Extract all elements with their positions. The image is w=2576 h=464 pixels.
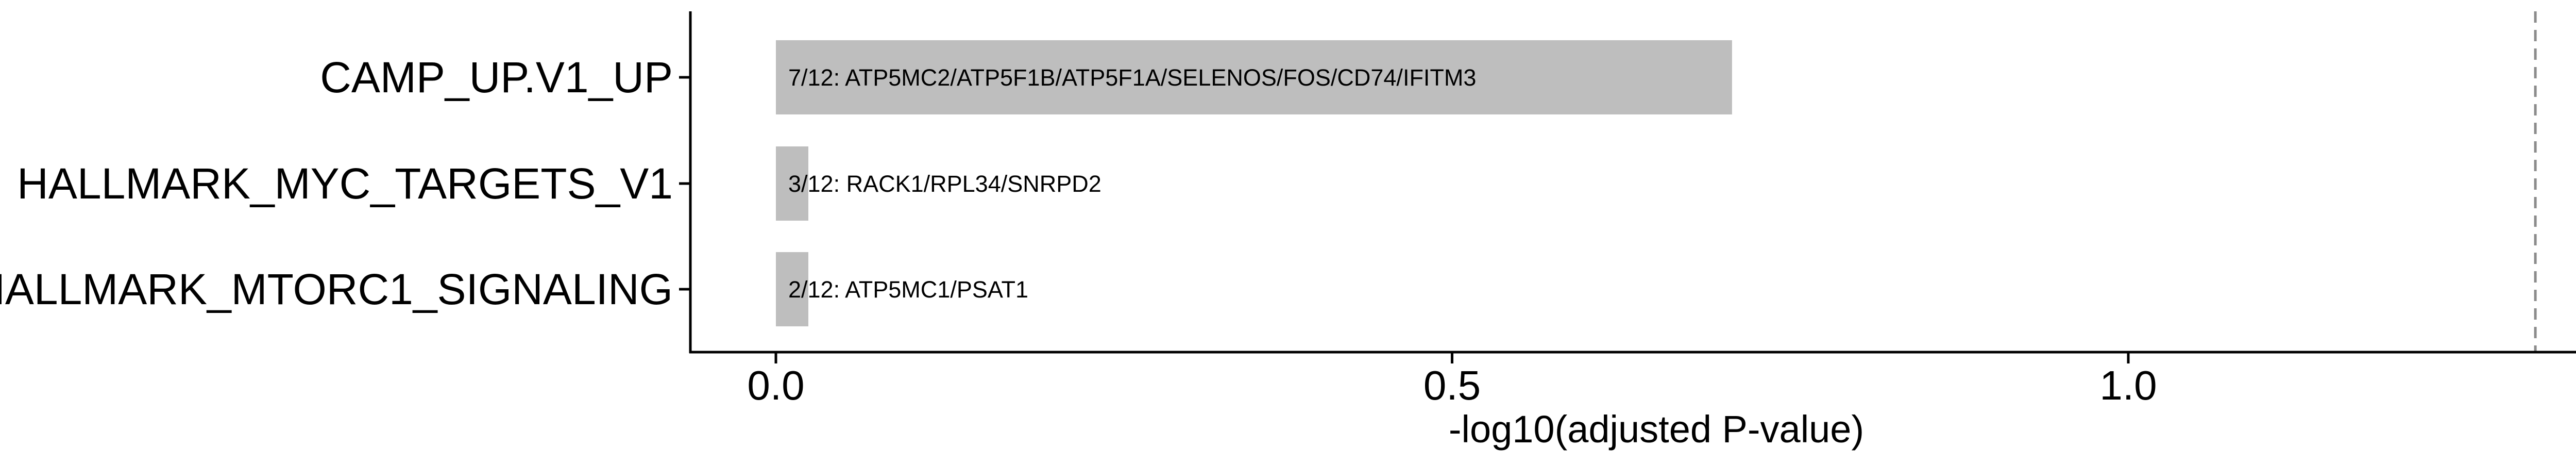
bar-label-2: 3/12: RACK1/RPL34/SNRPD2 <box>788 171 1101 197</box>
plot-area: 7/12: ATP5MC2/ATP5F1B/ATP5F1A/SELENOS/FO… <box>0 11 2576 408</box>
x-tick-label-3: 1.0 <box>2099 362 2157 408</box>
x-tick-label-2: 0.5 <box>1423 362 1481 408</box>
category-label-1: CAMP_UP.V1_UP <box>320 53 673 102</box>
bar-label-1: 7/12: ATP5MC2/ATP5F1B/ATP5F1A/SELENOS/FO… <box>788 64 1476 91</box>
category-label-2: HALLMARK_MYC_TARGETS_V1 <box>17 159 673 208</box>
chart: 7/12: ATP5MC2/ATP5F1B/ATP5F1A/SELENOS/FO… <box>0 11 2576 451</box>
bar-label-3: 2/12: ATP5MC1/PSAT1 <box>788 276 1028 303</box>
x-tick-label-1: 0.0 <box>747 362 804 408</box>
x-axis-title: -log10(adjusted P-value) <box>1449 408 1864 451</box>
category-label-3: HALLMARK_MTORC1_SIGNALING <box>0 265 673 313</box>
